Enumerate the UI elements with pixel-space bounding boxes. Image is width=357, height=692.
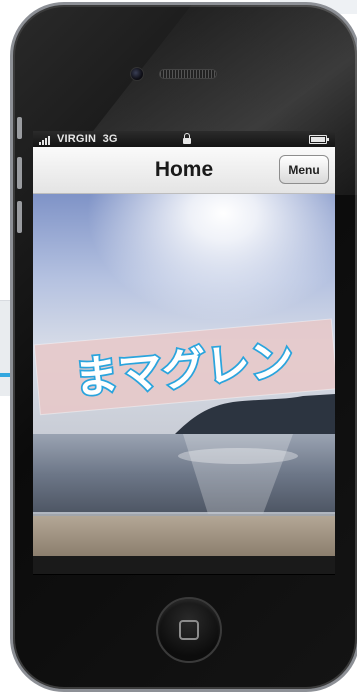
volume-up-button xyxy=(17,157,22,189)
home-square-icon xyxy=(179,620,199,640)
home-button[interactable] xyxy=(156,597,222,663)
carrier-label: VIRGIN 3G xyxy=(57,133,118,145)
network-type: 3G xyxy=(102,133,118,145)
mute-switch xyxy=(17,117,22,139)
bottom-bar xyxy=(33,556,335,574)
signal-icon xyxy=(39,136,50,145)
volume-down-button xyxy=(17,201,22,233)
screen: VIRGIN 3G Home Menu まマグレン xyxy=(33,131,335,575)
beach-photo: まマグレン xyxy=(33,194,335,556)
lock-icon xyxy=(183,133,191,144)
hero-image: まマグレン xyxy=(33,194,335,556)
carrier-name: VIRGIN xyxy=(57,133,97,145)
status-bar: VIRGIN 3G xyxy=(33,131,335,147)
navigation-bar: Home Menu xyxy=(33,147,335,194)
battery-icon xyxy=(309,135,329,144)
phone-frame: VIRGIN 3G Home Menu まマグレン xyxy=(10,2,357,692)
front-camera xyxy=(130,67,144,81)
earpiece-speaker xyxy=(159,69,217,79)
menu-button[interactable]: Menu xyxy=(279,155,329,184)
